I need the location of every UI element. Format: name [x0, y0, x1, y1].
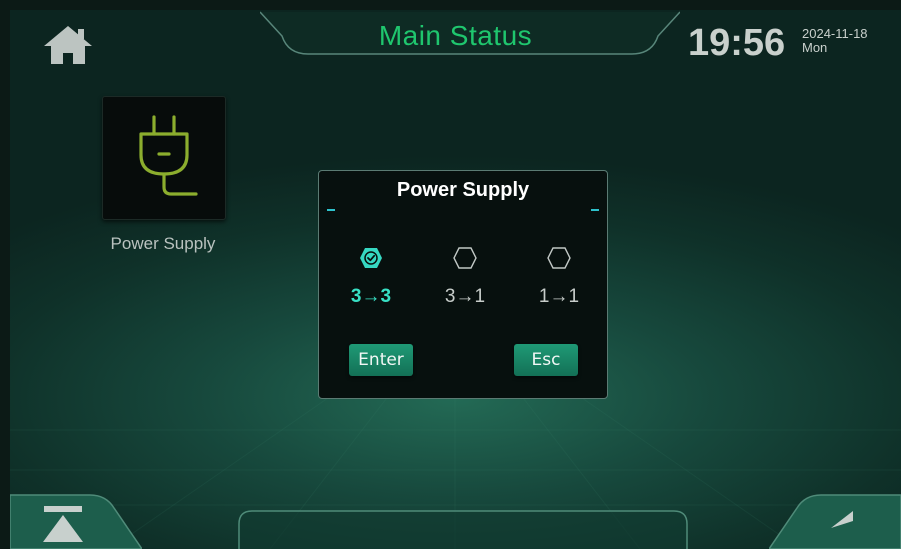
power-supply-dialog: Power Supply 3→3 3→1 1→1 Enter Esc	[318, 170, 608, 399]
hexagon-icon	[453, 247, 477, 269]
power-plug-icon	[139, 115, 198, 196]
date-text: 2024-11-18	[802, 26, 868, 41]
back-button[interactable]	[769, 494, 901, 549]
power-supply-tile[interactable]	[102, 96, 226, 220]
title-divider-left	[327, 209, 335, 211]
option-label: 3→3	[350, 286, 392, 307]
option-3-to-1[interactable]: 3→1	[425, 247, 505, 308]
option-1-to-1[interactable]: 1→1	[519, 247, 599, 308]
home-icon	[44, 26, 92, 64]
esc-button[interactable]: Esc	[514, 344, 578, 376]
check-hexagon-icon	[360, 248, 382, 268]
home-button[interactable]	[40, 22, 96, 66]
scroll-top-button[interactable]	[10, 494, 142, 549]
enter-button[interactable]: Enter	[349, 344, 413, 376]
title-divider-right	[591, 209, 599, 211]
bottom-status-bar	[238, 510, 688, 549]
weekday-text: Mon	[802, 40, 828, 55]
option-label: 3→1	[444, 286, 486, 307]
tile-label-power-supply: Power Supply	[110, 234, 216, 253]
option-label: 1→1	[538, 286, 580, 307]
dialog-title: Power Supply	[396, 179, 530, 201]
clock-time: 19:56	[688, 22, 786, 64]
main-screen: Main Status 19:56 2024-11-18 Mon Power S…	[10, 10, 901, 549]
clock-date: 2024-11-18 Mon	[802, 27, 868, 55]
option-3-to-3[interactable]: 3→3	[331, 247, 411, 308]
hexagon-icon	[547, 247, 571, 269]
